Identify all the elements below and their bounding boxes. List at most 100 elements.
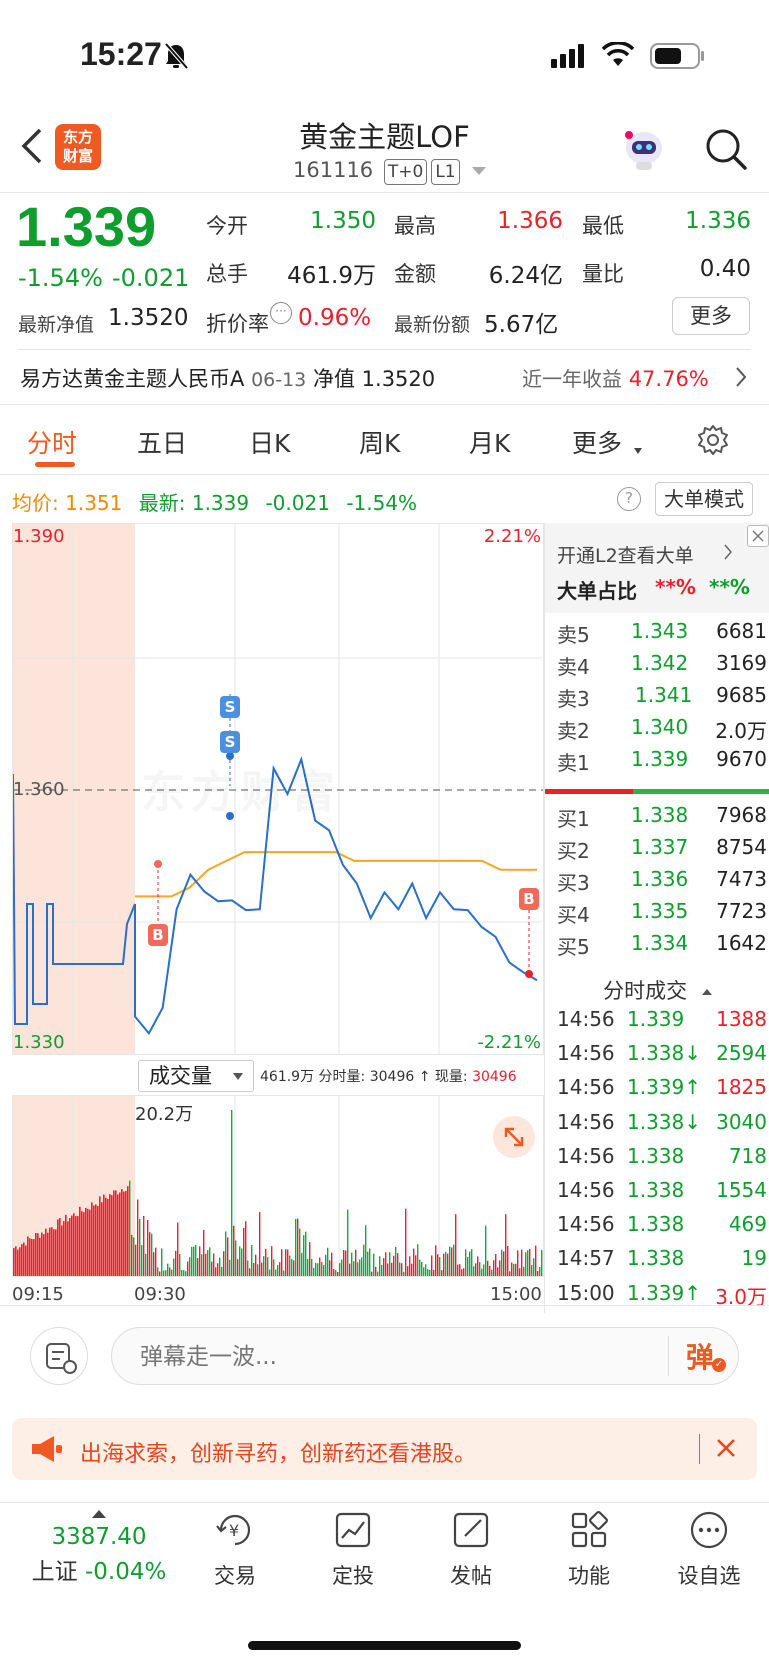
volume-chart[interactable]: 20.2万 bbox=[12, 1095, 544, 1277]
volume-bar bbox=[511, 1262, 513, 1276]
volume-bar bbox=[429, 1270, 431, 1276]
bid-row[interactable]: 买4 1.335 7723 bbox=[557, 899, 767, 931]
volume-bar bbox=[333, 1269, 335, 1276]
signal-icon bbox=[551, 44, 587, 72]
volume-bar bbox=[119, 1192, 121, 1276]
volume-bar bbox=[53, 1229, 55, 1276]
bid-row[interactable]: 买1 1.338 7968 bbox=[557, 803, 767, 835]
volume-selector[interactable]: 成交量 bbox=[138, 1060, 254, 1092]
expand-icon[interactable] bbox=[493, 1116, 535, 1158]
volume-bar bbox=[503, 1251, 505, 1276]
trade-time: 15:00 bbox=[557, 1280, 615, 1305]
tab-day-k[interactable]: 日K bbox=[249, 424, 290, 460]
volume-bar bbox=[219, 1257, 221, 1276]
tab-more[interactable]: 更多 bbox=[572, 424, 622, 460]
volume-bar bbox=[165, 1270, 167, 1276]
tab-fenshi[interactable]: 分时 bbox=[27, 424, 77, 460]
ask-row[interactable]: 卖4 1.342 3169 bbox=[557, 651, 767, 683]
help-icon[interactable]: ? bbox=[617, 487, 641, 511]
volume-bar bbox=[447, 1253, 449, 1276]
volume-bar bbox=[357, 1262, 359, 1276]
ask-volume: 3169 bbox=[716, 651, 767, 675]
volume-bar bbox=[497, 1267, 499, 1276]
index-ticker[interactable]: 3387.40 上证 -0.04% bbox=[24, 1510, 174, 1590]
volume-bar bbox=[313, 1267, 315, 1276]
volume-bar bbox=[257, 1264, 259, 1276]
trade-price: 1.338 bbox=[627, 1143, 685, 1168]
ask-row[interactable]: 卖5 1.343 6681 bbox=[557, 619, 767, 651]
close-icon[interactable] bbox=[714, 1436, 738, 1464]
more-button[interactable]: 更多 bbox=[672, 297, 750, 335]
promo-banner[interactable]: 出海求索，创新寻药，创新药还看港股。 bbox=[12, 1418, 757, 1480]
trade-volume: 3040 bbox=[716, 1109, 767, 1134]
volume-bar bbox=[101, 1202, 103, 1276]
nav-add-watchlist[interactable]: 设自选 bbox=[654, 1510, 764, 1590]
ask-row[interactable]: 卖2 1.340 2.0万 bbox=[557, 715, 767, 747]
bid-row[interactable]: 买2 1.337 8754 bbox=[557, 835, 767, 867]
danmu-toggle-button[interactable] bbox=[30, 1327, 88, 1385]
volume-total: 461.9万 bbox=[260, 1069, 315, 1085]
bid-row[interactable]: 买5 1.334 1642 bbox=[557, 931, 767, 963]
info-icon[interactable]: ··· bbox=[270, 302, 292, 324]
ask-row[interactable]: 卖3 1.341 9685 bbox=[557, 683, 767, 715]
l2-ratio-label: 大单占比 bbox=[557, 579, 637, 603]
fund-bar[interactable]: 易方达黄金主题人民币A 06-13 净值 1.3520 近一年收益 47.76% bbox=[20, 363, 751, 397]
tag-t0: T+0 bbox=[383, 159, 428, 185]
big-order-mode-button[interactable]: 大单模式 bbox=[655, 482, 753, 516]
volume-bar bbox=[33, 1239, 35, 1276]
close-icon[interactable] bbox=[747, 525, 769, 547]
volume-bar bbox=[449, 1246, 451, 1276]
settings-gear-icon[interactable] bbox=[697, 424, 729, 460]
volume-bar bbox=[305, 1231, 307, 1276]
tab-month-k[interactable]: 月K bbox=[469, 424, 510, 460]
volume-bar bbox=[207, 1250, 209, 1276]
volume-bar bbox=[469, 1251, 471, 1276]
trade-price: 1.338 bbox=[627, 1178, 685, 1202]
buy-marker-icon[interactable]: B bbox=[519, 888, 539, 910]
volume-bar bbox=[195, 1244, 197, 1276]
robot-assistant-icon[interactable] bbox=[620, 126, 668, 176]
trade-price: 1.338↓ bbox=[627, 1109, 702, 1134]
volume-bar bbox=[519, 1268, 521, 1276]
l2-promo-box[interactable]: 开通L2查看大单 大单占比 **% **% bbox=[545, 523, 769, 613]
volume-bar bbox=[421, 1261, 423, 1276]
bid-row[interactable]: 买3 1.336 7473 bbox=[557, 867, 767, 899]
volume-bar bbox=[199, 1246, 201, 1276]
ask-price: 1.340 bbox=[631, 715, 689, 739]
sell-marker-icon[interactable]: S bbox=[220, 731, 240, 753]
danmu-input-field[interactable] bbox=[140, 1342, 620, 1372]
volume-bar bbox=[169, 1267, 171, 1276]
danmu-input[interactable]: 弹 ✓ bbox=[111, 1327, 739, 1385]
ask-label: 卖3 bbox=[557, 687, 590, 711]
volume-bar bbox=[529, 1248, 531, 1276]
nav-trade[interactable]: ¥ 交易 bbox=[180, 1510, 290, 1590]
volume-bar bbox=[57, 1219, 59, 1276]
trade-volume: 1388 bbox=[716, 1007, 767, 1031]
nav-post[interactable]: 发帖 bbox=[416, 1510, 526, 1590]
trades-title[interactable]: 分时成交 bbox=[545, 975, 769, 1005]
ask-row[interactable]: 卖1 1.339 9670 bbox=[557, 747, 767, 779]
tab-five-day[interactable]: 五日 bbox=[137, 424, 187, 460]
volume-bar bbox=[171, 1269, 173, 1276]
ask-label: 卖5 bbox=[557, 623, 590, 647]
fund-code-row[interactable]: 161116 T+0 L1 bbox=[293, 158, 487, 185]
volume-bar bbox=[47, 1232, 49, 1276]
volume-bar bbox=[143, 1215, 145, 1276]
bid-volume: 7473 bbox=[716, 867, 767, 891]
sell-marker-icon[interactable]: S bbox=[220, 696, 240, 718]
volume-bar bbox=[491, 1269, 493, 1276]
tab-week-k[interactable]: 周K bbox=[359, 424, 400, 460]
volume-bar bbox=[93, 1205, 95, 1276]
bid-label: 买1 bbox=[557, 807, 590, 831]
nav-dingtou[interactable]: 定投 bbox=[298, 1510, 408, 1590]
index-name: 上证 bbox=[31, 1559, 78, 1585]
search-icon[interactable] bbox=[704, 127, 748, 175]
volume-bar bbox=[345, 1250, 347, 1276]
buy-marker-icon[interactable]: B bbox=[148, 924, 168, 946]
price-chart[interactable]: 东方财富 S S B B 1.390 1.360 1.330 2.21% -2.… bbox=[12, 523, 544, 1055]
nav-functions[interactable]: 功能 bbox=[534, 1510, 644, 1590]
volume-bar bbox=[367, 1251, 369, 1276]
fund-date: 06-13 bbox=[251, 369, 307, 391]
trade-time: 14:56 bbox=[557, 1007, 615, 1031]
danmu-send-button[interactable]: 弹 bbox=[686, 1336, 714, 1376]
